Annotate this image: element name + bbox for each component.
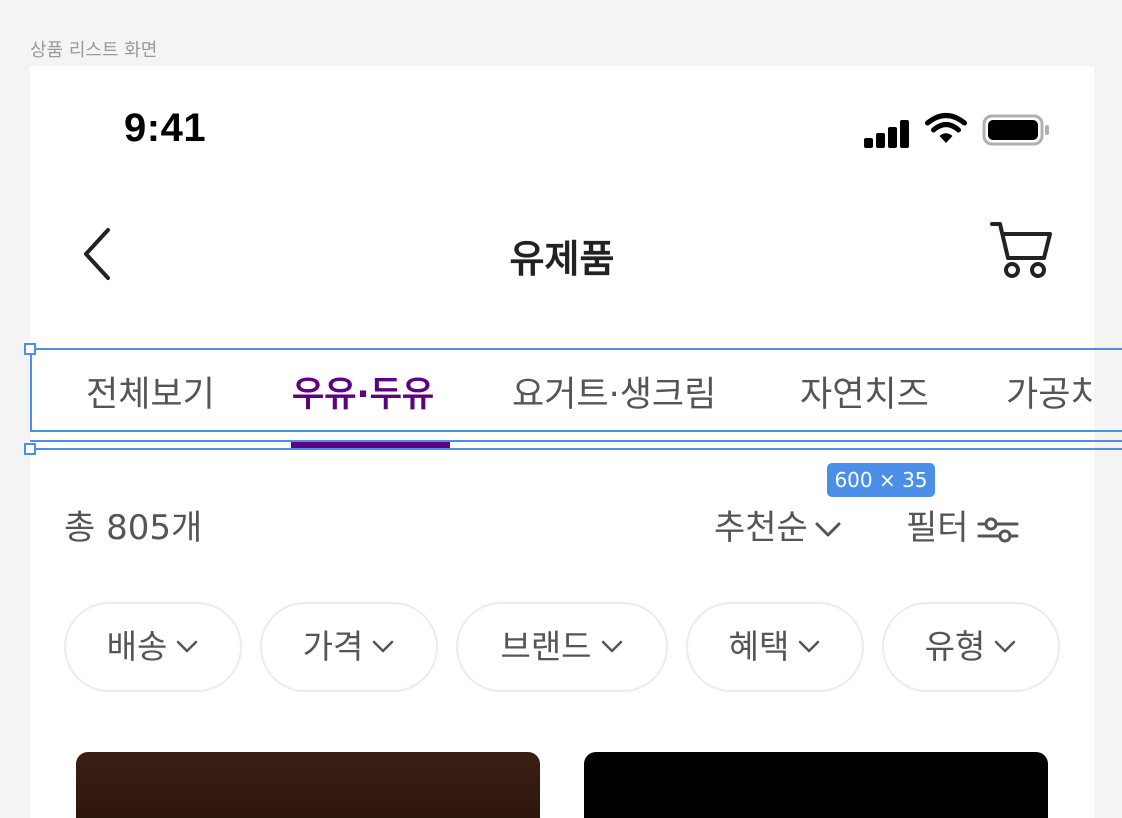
- total-count: 총 805개: [64, 508, 203, 548]
- chip-label: 혜택: [728, 627, 790, 666]
- chip-type[interactable]: 유형: [882, 602, 1060, 692]
- chip-label: 유형: [924, 627, 986, 666]
- chevron-down-icon: [815, 522, 841, 536]
- battery-icon: [982, 114, 1049, 146]
- cart-button[interactable]: [988, 218, 1054, 284]
- chip-label: 브랜드: [500, 627, 592, 666]
- chip-delivery[interactable]: 배송: [64, 602, 242, 692]
- chevron-down-icon: [601, 640, 622, 652]
- status-icons: [862, 113, 1052, 150]
- phone-screen: 9:41 유제품 전체보기 우유·두유 요거트·생크림 자연치즈 가공치 총 8…: [30, 66, 1094, 818]
- cart-icon: [990, 222, 1052, 278]
- selection-guide-line: [30, 440, 1122, 442]
- selection-handle[interactable]: [24, 343, 36, 355]
- selection-handle[interactable]: [24, 443, 36, 455]
- chevron-down-icon: [373, 640, 394, 652]
- page-title: 유제품: [509, 237, 615, 281]
- tab-yogurt-cream[interactable]: 요거트·생크림: [512, 366, 716, 417]
- chevron-down-icon: [177, 640, 198, 652]
- chip-label: 배송: [106, 627, 168, 666]
- filter-button[interactable]: 필터: [906, 500, 1019, 549]
- tab-natural-cheese[interactable]: 자연치즈: [800, 366, 929, 417]
- selection-size-badge: 600 × 35: [827, 463, 935, 497]
- tab-processed-cheese[interactable]: 가공치: [1006, 366, 1094, 417]
- chip-brand[interactable]: 브랜드: [456, 602, 668, 692]
- chevron-down-icon: [799, 640, 820, 652]
- wifi-icon: [925, 113, 967, 143]
- sort-button[interactable]: 추천순: [714, 500, 842, 549]
- frame-label: 상품 리스트 화면: [30, 40, 158, 61]
- status-time: 9:41: [124, 106, 207, 150]
- chevron-down-icon: [995, 640, 1016, 652]
- filter-label: 필터: [906, 508, 969, 548]
- category-tabs: 전체보기 우유·두유 요거트·생크림 자연치즈 가공치: [30, 350, 1094, 450]
- sort-label: 추천순: [714, 508, 808, 548]
- selection-guide-line: [30, 448, 1122, 450]
- filter-sliders-icon: [977, 517, 1019, 542]
- chip-label: 가격: [302, 627, 364, 666]
- chip-benefit[interactable]: 혜택: [686, 602, 864, 692]
- tab-milk-soymilk[interactable]: 우유·두유: [292, 366, 434, 417]
- chip-price[interactable]: 가격: [260, 602, 438, 692]
- product-image[interactable]: [76, 752, 540, 818]
- product-image[interactable]: [584, 752, 1048, 818]
- tab-all[interactable]: 전체보기: [86, 366, 215, 417]
